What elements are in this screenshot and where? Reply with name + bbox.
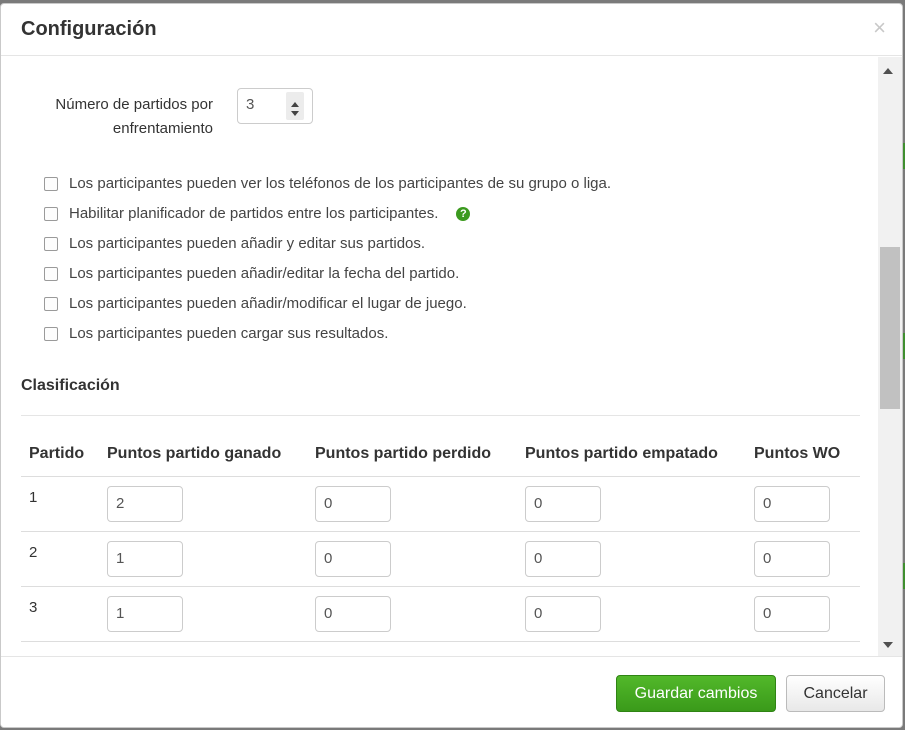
column-header: Puntos partido ganado [99,433,307,477]
match-number: 3 [21,586,99,642]
option-checkbox[interactable] [44,267,58,281]
vertical-scrollbar[interactable] [878,57,902,656]
lost-points-input[interactable] [315,595,391,632]
column-header: Puntos WO [746,433,860,477]
option-label: Los participantes pueden añadir/editar l… [69,262,459,286]
lost-points-input[interactable] [315,540,391,577]
points-table: Partido Puntos partido ganado Puntos par… [21,433,860,642]
option-label-text: Habilitar planificador de partidos entre… [69,205,439,222]
matches-per-encounter-stepper[interactable] [237,88,313,124]
column-header: Puntos partido empatado [517,433,746,477]
option-checkbox[interactable] [44,237,58,251]
configuration-dialog: Configuración × Número de partidos por e… [0,3,903,728]
option-label-text: Los participantes pueden añadir/modifica… [69,295,467,312]
table-cell [746,531,860,587]
option-label-text: Los participantes pueden ver los teléfon… [69,175,612,192]
draw-points-input[interactable] [525,540,601,577]
option-checkbox[interactable] [44,297,58,311]
wo-points-input[interactable] [754,485,830,522]
table-header-row: Partido Puntos partido ganado Puntos par… [21,433,860,477]
option-label: Habilitar planificador de partidos entre… [69,202,471,226]
scrollbar-thumb[interactable] [880,247,900,409]
table-cell [307,586,517,642]
stepper-down-icon[interactable] [291,111,299,116]
column-header: Partido [21,433,99,477]
dialog-header: Configuración × [1,4,902,56]
scroll-down-icon[interactable] [883,642,893,648]
scroll-up-icon[interactable] [883,68,893,74]
dialog-body[interactable]: Número de partidos por enfrentamiento Lo… [1,57,902,656]
table-row: 2 [21,531,860,587]
table-cell [307,531,517,587]
table-cell [307,476,517,532]
won-points-input[interactable] [107,540,183,577]
option-label-text: Los participantes pueden añadir/editar l… [69,265,460,282]
matches-per-encounter-input[interactable] [246,96,282,113]
table-cell [517,586,746,642]
draw-points-input[interactable] [525,595,601,632]
table-row: 1 [21,476,860,532]
stepper-up-icon[interactable] [291,102,299,107]
help-icon[interactable]: ? [456,207,471,221]
match-number: 2 [21,531,99,587]
table-cell [746,476,860,532]
table-cell [517,531,746,587]
stepper-buttons [286,92,304,120]
close-button[interactable]: × [873,17,886,39]
option-label-text: Los participantes pueden añadir y editar… [69,235,426,252]
option-label: Los participantes pueden añadir y editar… [69,232,425,256]
table-cell [99,531,307,587]
option-checkbox[interactable] [44,177,58,191]
option-label: Los participantes pueden añadir/modifica… [69,292,467,316]
match-number: 1 [21,476,99,532]
lost-points-input[interactable] [315,485,391,522]
points-table-body: 123 [21,476,860,642]
table-cell [99,476,307,532]
option-checkbox[interactable] [44,327,58,341]
save-changes-button[interactable]: Guardar cambios [616,675,776,712]
table-cell [99,586,307,642]
option-checkbox[interactable] [44,207,58,221]
won-points-input[interactable] [107,595,183,632]
matches-per-encounter-label: Número de partidos por enfrentamiento [55,96,213,137]
table-cell [746,586,860,642]
column-header: Puntos partido perdido [307,433,517,477]
won-points-input[interactable] [107,485,183,522]
cancel-button[interactable]: Cancelar [786,675,885,712]
table-cell [517,476,746,532]
dialog-footer: Guardar cambios Cancelar [1,656,902,727]
option-label-text: Los participantes pueden cargar sus resu… [69,325,389,342]
option-label: Los participantes pueden cargar sus resu… [69,322,388,346]
dialog-title: Configuración [21,18,157,40]
option-label: Los participantes pueden ver los teléfon… [69,172,611,196]
table-row: 3 [21,586,860,642]
section-divider [21,415,860,416]
wo-points-input[interactable] [754,540,830,577]
classification-title: Clasificación [21,377,120,394]
wo-points-input[interactable] [754,595,830,632]
draw-points-input[interactable] [525,485,601,522]
